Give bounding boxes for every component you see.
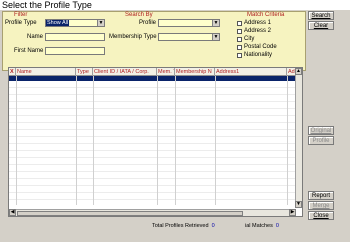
- profile-button[interactable]: Profile: [308, 136, 334, 145]
- match-nationality-option[interactable]: Nationality: [237, 51, 272, 59]
- report-button[interactable]: Report: [308, 191, 334, 200]
- checkbox[interactable]: [237, 44, 242, 50]
- column-header-mem-type[interactable]: Mem. Type: [157, 68, 175, 76]
- scroll-thumb[interactable]: [17, 211, 243, 216]
- column-divider: [287, 76, 288, 205]
- results-grid[interactable]: X Name Type Client ID / IATA / Corp. Mem…: [8, 67, 303, 217]
- page-caption: Select the Profile Type: [2, 0, 92, 10]
- match-address1-option[interactable]: Address 1: [237, 19, 271, 27]
- arrow-left-icon[interactable]: ◀: [9, 209, 16, 216]
- column-header-membership-number[interactable]: Membership N: [175, 68, 215, 76]
- total-matches-value: 0: [275, 223, 279, 229]
- option-label: Postal Code: [244, 44, 277, 50]
- column-header-address1[interactable]: Address1: [215, 68, 287, 76]
- total-matches-label: ial Matches: [245, 223, 273, 229]
- column-header-name[interactable]: Name: [16, 68, 76, 76]
- original-button[interactable]: Original: [308, 126, 334, 135]
- profile-type-select[interactable]: Show All ▼: [45, 19, 105, 27]
- filter-legend: Filter: [14, 12, 28, 18]
- profile-label: Profile: [139, 20, 157, 26]
- name-label: Name: [27, 34, 44, 40]
- total-matches: ial Matches 0: [245, 223, 279, 229]
- chevron-down-icon[interactable]: ▼: [97, 20, 104, 26]
- checkbox[interactable]: [237, 36, 242, 42]
- search-by-legend: Search By: [125, 12, 153, 18]
- grid-header: X Name Type Client ID / IATA / Corp. Mem…: [9, 68, 302, 76]
- option-label: City: [244, 36, 255, 42]
- column-divider: [215, 76, 216, 205]
- first-name-label: First Name: [14, 48, 44, 54]
- option-label: Address 2: [244, 28, 272, 34]
- arrow-up-icon[interactable]: ▲: [295, 68, 302, 75]
- search-panel: Filter Profile Type Show All ▼ Name Firs…: [2, 11, 306, 71]
- arrow-down-icon[interactable]: ▼: [295, 201, 302, 208]
- profile-search-window: Filter Profile Type Show All ▼ Name Firs…: [0, 10, 350, 242]
- column-header-client-id[interactable]: Client ID / IATA / Corp.: [93, 68, 157, 76]
- total-profiles-value: 0: [211, 223, 215, 229]
- chevron-down-icon[interactable]: ▼: [212, 20, 219, 26]
- empty-rows: [9, 81, 296, 205]
- checkbox[interactable]: [237, 20, 242, 26]
- search-button[interactable]: Search: [308, 11, 334, 20]
- column-header-select[interactable]: X: [9, 68, 16, 76]
- membership-type-select[interactable]: ▼: [158, 33, 220, 41]
- chevron-down-icon[interactable]: ▼: [212, 34, 219, 40]
- checkbox[interactable]: [237, 52, 242, 58]
- profile-select[interactable]: ▼: [158, 19, 220, 27]
- total-profiles-label: Total Profiles Retrieved: [152, 223, 209, 229]
- vertical-scrollbar[interactable]: ▲ ▼: [295, 68, 302, 208]
- profile-type-value: Show All: [46, 20, 70, 26]
- horizontal-scrollbar[interactable]: ◀ ▶: [9, 209, 296, 216]
- arrow-right-icon[interactable]: ▶: [289, 209, 296, 216]
- profile-type-label: Profile Type: [5, 20, 37, 26]
- close-button[interactable]: Close: [308, 211, 334, 220]
- merge-button[interactable]: Merge: [308, 201, 334, 210]
- match-criteria-legend: Match Criteria: [247, 12, 285, 18]
- membership-type-label: Membership Type: [109, 34, 157, 40]
- column-divider: [157, 76, 158, 205]
- total-profiles-retrieved: Total Profiles Retrieved 0: [152, 223, 215, 229]
- column-divider: [16, 76, 17, 205]
- column-divider: [76, 76, 77, 205]
- column-header-type[interactable]: Type: [76, 68, 93, 76]
- column-divider: [93, 76, 94, 205]
- option-label: Nationality: [244, 52, 273, 58]
- name-input[interactable]: [45, 33, 105, 41]
- match-city-option[interactable]: City: [237, 35, 254, 43]
- match-postal-code-option[interactable]: Postal Code: [237, 43, 277, 51]
- clear-button[interactable]: Clear: [308, 21, 334, 30]
- option-label: Address 1: [244, 20, 272, 26]
- match-address2-option[interactable]: Address 2: [237, 27, 271, 35]
- checkbox[interactable]: [237, 28, 242, 34]
- first-name-input[interactable]: [45, 47, 105, 55]
- column-divider: [175, 76, 176, 205]
